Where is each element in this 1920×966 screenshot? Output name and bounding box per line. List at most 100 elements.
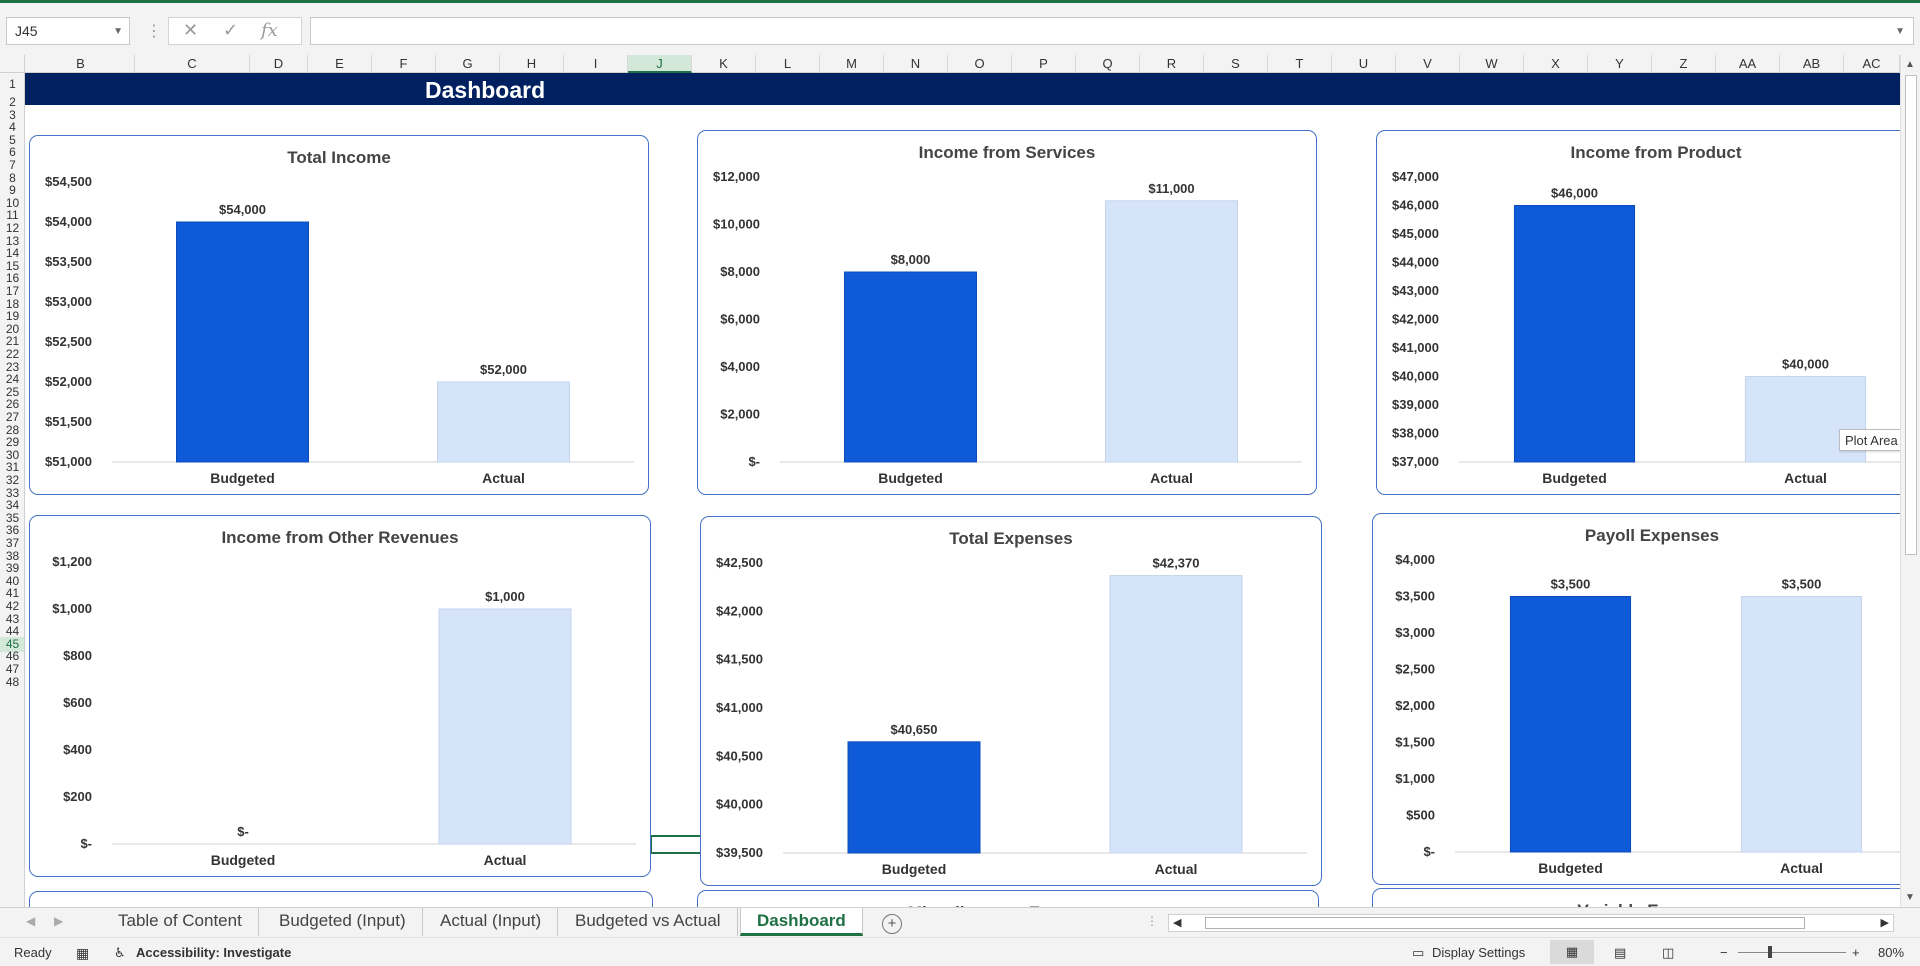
column-header[interactable]: S — [1204, 55, 1268, 73]
zoom-slider[interactable] — [1738, 952, 1846, 953]
chart[interactable]: Miscellaneous Expenses — [697, 890, 1319, 907]
column-header[interactable]: AB — [1780, 55, 1844, 73]
column-header[interactable]: Z — [1652, 55, 1716, 73]
formula-bar-grip-icon[interactable]: ⋮ — [146, 21, 162, 41]
worksheet-grid[interactable]: Dashboard Total Income $51,000 $51,500 $52,… — [25, 73, 1900, 907]
chart-plot[interactable]: $- $500 $1,000 $1,500 $2,000 $2,500 $3,000 $3,5… — [1373, 514, 1900, 885]
bar-budgeted[interactable] — [1513, 205, 1636, 463]
y-tick-label: $41,500 — [716, 652, 763, 667]
bar-budgeted[interactable] — [176, 221, 309, 463]
name-box-dropdown-icon[interactable]: ▼ — [113, 26, 123, 37]
column-header[interactable]: I — [564, 55, 628, 73]
sheet-tab[interactable]: Budgeted vs Actual — [559, 908, 738, 936]
column-header[interactable]: U — [1332, 55, 1396, 73]
bar-actual[interactable] — [1105, 200, 1238, 463]
column-header[interactable]: B — [27, 55, 135, 73]
column-header[interactable]: D — [250, 55, 308, 73]
display-settings-icon[interactable]: ▭ — [1412, 945, 1424, 961]
column-header[interactable]: AA — [1716, 55, 1780, 73]
column-header[interactable]: M — [820, 55, 884, 73]
chart[interactable]: Total Expenses $39,500 $40,000 $40,500 $41,0… — [700, 516, 1322, 886]
bar-budgeted[interactable] — [1509, 596, 1632, 853]
bar-budgeted[interactable] — [847, 741, 981, 854]
column-header[interactable]: H — [500, 55, 564, 73]
vertical-scrollbar[interactable]: ▲ ▼ — [1900, 55, 1920, 907]
column-header[interactable]: G — [436, 55, 500, 73]
column-header[interactable]: AC — [1844, 55, 1900, 73]
sheet-tab[interactable]: Budgeted (Input) — [263, 908, 423, 936]
y-tick-label: $44,000 — [1392, 255, 1439, 270]
bar-actual[interactable] — [437, 381, 570, 463]
row-header[interactable]: 48 — [0, 675, 24, 690]
enter-icon[interactable]: ✓ — [223, 20, 238, 41]
scroll-left-icon[interactable]: ◀ — [1173, 916, 1181, 929]
add-sheet-icon[interactable]: + — [882, 914, 902, 934]
column-header[interactable]: C — [135, 55, 250, 73]
column-header[interactable]: L — [756, 55, 820, 73]
column-header[interactable]: Q — [1076, 55, 1140, 73]
macro-record-icon[interactable]: ▦ — [76, 945, 89, 962]
horizontal-scroll-thumb[interactable] — [1205, 917, 1805, 929]
bar-budgeted[interactable] — [844, 271, 977, 463]
column-header[interactable]: E — [308, 55, 372, 73]
column-header[interactable]: X — [1524, 55, 1588, 73]
vertical-scroll-thumb[interactable] — [1905, 75, 1917, 555]
formula-buttons: ✕ ✓ fx — [168, 17, 302, 45]
chart[interactable]: Total Income $51,000 $51,500 $52,000 $52,500… — [29, 135, 649, 495]
chart-plot[interactable]: $- $200 $400 $600 $800 $1,000 $1,200 $- Budgeted… — [30, 516, 651, 877]
column-header[interactable]: Y — [1588, 55, 1652, 73]
normal-view-icon[interactable]: ▦ — [1550, 940, 1594, 964]
page-break-view-icon[interactable]: ◫ — [1662, 945, 1674, 961]
chart[interactable]: Income from Other Revenues $- $200 $400 $600… — [29, 515, 651, 877]
tab-scroll-left-icon[interactable]: ◀ — [26, 914, 35, 928]
expand-formula-icon[interactable]: ▼ — [1895, 26, 1905, 37]
name-box[interactable]: J45 ▼ — [6, 17, 130, 45]
scroll-right-icon[interactable]: ▶ — [1881, 916, 1889, 929]
zoom-slider-thumb[interactable] — [1768, 946, 1772, 958]
accessibility-status[interactable]: Accessibility: Investigate — [136, 945, 291, 960]
bar-actual[interactable] — [1109, 575, 1243, 854]
chart-plot[interactable]: $39,500 $40,000 $40,500 $41,000 $41,500 $42,0… — [701, 517, 1322, 886]
chart-plot[interactable]: $51,000 $51,500 $52,000 $52,500 $53,000 $53,5… — [30, 136, 649, 495]
scroll-up-icon[interactable]: ▲ — [1905, 59, 1915, 70]
column-header[interactable]: O — [948, 55, 1012, 73]
chart-plot[interactable]: $37,000 $38,000 $39,000 $40,000 $41,000 $42,0… — [1377, 131, 1900, 495]
chart[interactable]: Fixed Expenses — [29, 891, 653, 907]
sheet-tab[interactable]: Dashboard — [740, 908, 863, 936]
page-layout-view-icon[interactable]: ▤ — [1614, 945, 1626, 961]
zoom-level[interactable]: 80% — [1878, 945, 1904, 960]
scroll-down-icon[interactable]: ▼ — [1905, 892, 1915, 903]
tab-scroll-right-icon[interactable]: ▶ — [54, 914, 63, 928]
chart[interactable]: Income from Product $37,000 $38,000 $39,000… — [1376, 130, 1900, 495]
column-header[interactable]: J — [628, 55, 692, 73]
column-header[interactable]: T — [1268, 55, 1332, 73]
chart[interactable]: Payoll Expenses $- $500 $1,000 $1,500 $2,000 $… — [1372, 513, 1900, 885]
bar-actual[interactable] — [1740, 596, 1863, 853]
zoom-out-icon[interactable]: − — [1720, 945, 1728, 960]
chart-plot[interactable]: $- $2,000 $4,000 $6,000 $8,000 $10,000 $12,000… — [698, 131, 1317, 495]
y-tick-label: $43,000 — [1392, 283, 1439, 298]
chart[interactable]: Income from Services $- $2,000 $4,000 $6,000… — [697, 130, 1317, 495]
sheet-tab[interactable]: Actual (Input) — [424, 908, 559, 936]
column-header[interactable]: K — [692, 55, 756, 73]
insert-function-icon[interactable]: fx — [261, 20, 278, 41]
column-header[interactable]: N — [884, 55, 948, 73]
column-header[interactable]: F — [372, 55, 436, 73]
row-header[interactable]: 1 — [0, 77, 24, 92]
display-settings-button[interactable]: Display Settings — [1432, 945, 1525, 960]
cancel-icon[interactable]: ✕ — [183, 20, 198, 41]
column-header[interactable]: P — [1012, 55, 1076, 73]
horizontal-scrollbar[interactable]: ◀ ▶ — [1168, 914, 1894, 932]
chart[interactable]: Variable Expenses — [1372, 888, 1900, 907]
column-header[interactable]: W — [1460, 55, 1524, 73]
accessibility-icon[interactable]: ♿ — [114, 945, 126, 961]
column-header[interactable]: V — [1396, 55, 1460, 73]
column-header[interactable]: R — [1140, 55, 1204, 73]
formula-input[interactable]: ▼ — [310, 17, 1914, 45]
zoom-in-icon[interactable]: + — [1852, 945, 1860, 960]
bar-actual[interactable] — [438, 608, 572, 845]
sheet-tab[interactable]: Table of Content — [102, 908, 259, 936]
tab-splitter-icon[interactable]: ⋮ — [1146, 914, 1158, 928]
select-all-corner[interactable] — [0, 55, 25, 73]
y-tick-label: $200 — [63, 789, 92, 804]
